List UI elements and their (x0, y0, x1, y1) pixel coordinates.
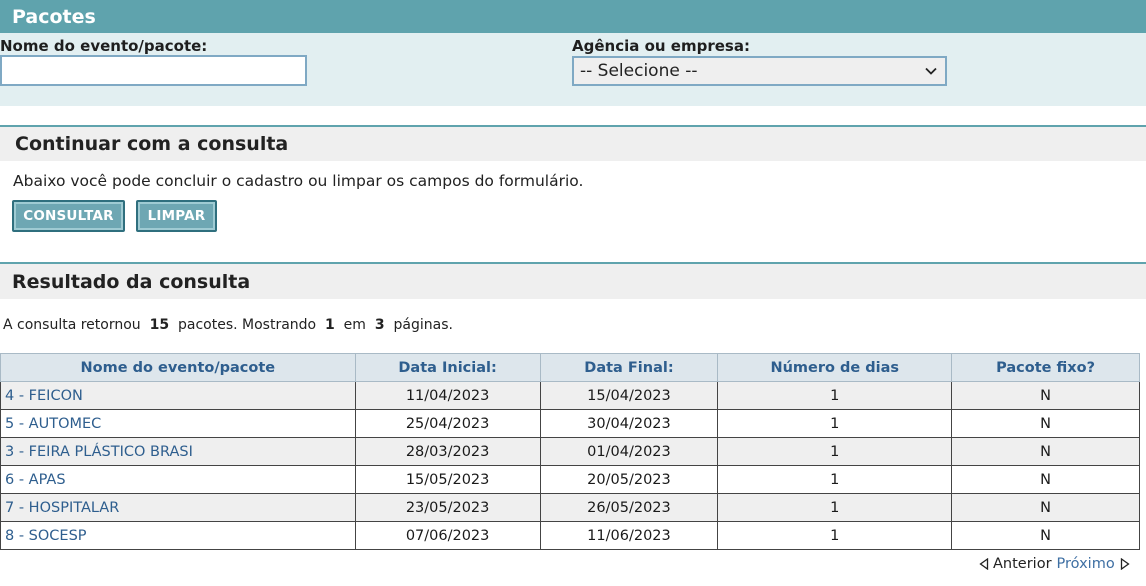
days-cell: 1 (717, 437, 953, 466)
fixed-package-cell: N (951, 437, 1140, 466)
results-table: Nome do evento/pacote Data Inicial: Data… (0, 353, 1140, 550)
event-link[interactable]: 5 - AUTOMEC (0, 409, 356, 438)
clear-button[interactable]: LIMPAR (136, 200, 217, 232)
event-link[interactable]: 3 - FEIRA PLÁSTICO BRASI (0, 437, 356, 466)
fixed-package-cell: N (951, 381, 1140, 410)
start-date-cell: 25/04/2023 (354, 409, 541, 438)
end-date-cell: 01/04/2023 (539, 437, 719, 466)
fixed-package-cell: N (951, 493, 1140, 522)
end-date-cell: 20/05/2023 (539, 465, 719, 494)
event-link[interactable]: 8 - SOCESP (0, 521, 356, 550)
column-header[interactable]: Nome do evento/pacote (0, 353, 356, 382)
arrow-right-icon[interactable] (1120, 558, 1130, 570)
results-title-text: Resultado da consulta (12, 271, 251, 293)
summary-suffix: páginas. (393, 317, 453, 333)
column-header[interactable]: Pacote fixo? (951, 353, 1140, 382)
pagination: Anterior Próximo (979, 556, 1130, 572)
table-row: 5 - AUTOMEC 25/04/2023 30/04/2023 1 N (0, 409, 1140, 438)
end-date-cell: 15/04/2023 (539, 381, 719, 410)
table-row: 6 - APAS 15/05/2023 20/05/2023 1 N (0, 465, 1140, 494)
summary-pages: 3 (374, 317, 385, 333)
summary-mid: pacotes. Mostrando (177, 317, 317, 333)
results-summary: A consulta retornou 15 pacotes. Mostrand… (3, 317, 453, 333)
agency-select[interactable]: -- Selecione -- (572, 56, 947, 86)
days-cell: 1 (717, 381, 953, 410)
column-header[interactable]: Data Final: (539, 353, 719, 382)
fixed-package-cell: N (951, 465, 1140, 494)
arrow-left-icon[interactable] (979, 558, 989, 570)
days-cell: 1 (717, 465, 953, 494)
start-date-cell: 28/03/2023 (354, 437, 541, 466)
event-link[interactable]: 7 - HOSPITALAR (0, 493, 356, 522)
agency-select-value: -- Selecione -- (580, 61, 698, 81)
days-cell: 1 (717, 493, 953, 522)
event-name-label: Nome do evento/pacote: (0, 37, 208, 55)
event-link[interactable]: 4 - FEICON (0, 381, 356, 410)
table-header-row: Nome do evento/pacote Data Inicial: Data… (0, 353, 1140, 382)
start-date-cell: 11/04/2023 (354, 381, 541, 410)
summary-of: em (343, 317, 366, 333)
consult-button[interactable]: CONSULTAR (12, 200, 125, 232)
table-row: 7 - HOSPITALAR 23/05/2023 26/05/2023 1 N (0, 493, 1140, 522)
event-name-input[interactable] (0, 55, 307, 86)
column-header[interactable]: Data Inicial: (354, 353, 541, 382)
page-title: Pacotes (12, 6, 96, 28)
summary-page: 1 (325, 317, 335, 333)
column-header[interactable]: Número de dias (717, 353, 953, 382)
agency-label: Agência ou empresa: (572, 37, 750, 55)
end-date-cell: 26/05/2023 (539, 493, 719, 522)
event-link[interactable]: 6 - APAS (0, 465, 356, 494)
previous-link[interactable]: Anterior (993, 556, 1052, 572)
table-row: 3 - FEIRA PLÁSTICO BRASI 28/03/2023 01/0… (0, 437, 1140, 466)
start-date-cell: 07/06/2023 (354, 521, 541, 550)
page-header: Pacotes (0, 0, 1146, 33)
summary-total: 15 (149, 317, 170, 333)
table-row: 8 - SOCESP 07/06/2023 11/06/2023 1 N (0, 521, 1140, 550)
start-date-cell: 15/05/2023 (354, 465, 541, 494)
continue-section-title: Continuar com a consulta (0, 127, 1146, 161)
start-date-cell: 23/05/2023 (354, 493, 541, 522)
fixed-package-cell: N (951, 521, 1140, 550)
results-section-title: Resultado da consulta (0, 264, 1146, 299)
days-cell: 1 (717, 521, 953, 550)
end-date-cell: 30/04/2023 (539, 409, 719, 438)
continue-description: Abaixo você pode concluir o cadastro ou … (13, 172, 584, 190)
table-row: 4 - FEICON 11/04/2023 15/04/2023 1 N (0, 381, 1140, 410)
fixed-package-cell: N (951, 409, 1140, 438)
end-date-cell: 11/06/2023 (539, 521, 719, 550)
continue-title-text: Continuar com a consulta (15, 133, 289, 155)
days-cell: 1 (717, 409, 953, 438)
next-link[interactable]: Próximo (1057, 556, 1115, 572)
chevron-down-icon (925, 67, 937, 75)
summary-prefix: A consulta retornou (3, 317, 141, 333)
